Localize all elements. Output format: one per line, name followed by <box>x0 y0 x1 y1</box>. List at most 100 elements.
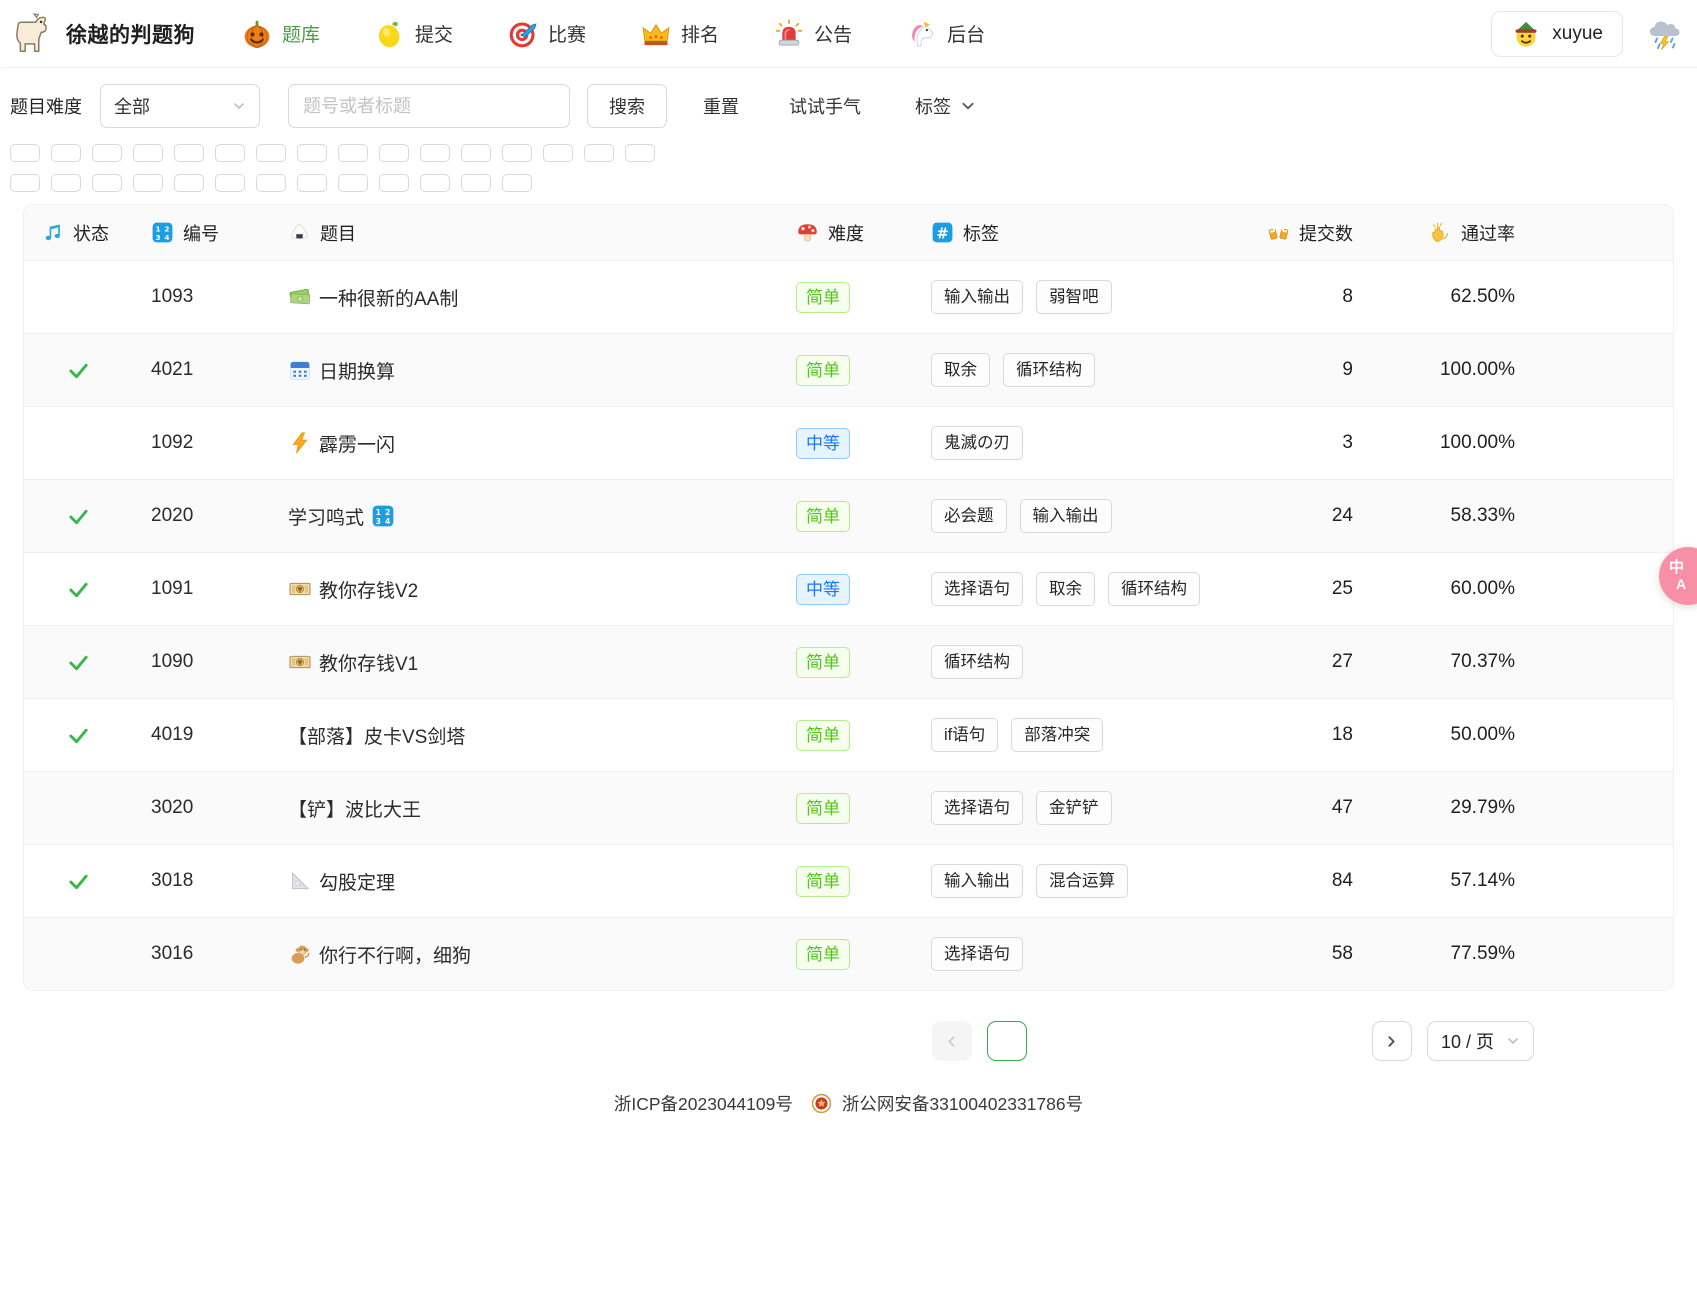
lucky-button[interactable]: 试试手气 <box>789 93 861 119</box>
tag-chip[interactable]: 取余 <box>931 353 990 388</box>
police-record-link[interactable]: 浙公网安备33100402331786号 <box>842 1091 1083 1116</box>
table-row[interactable]: 1093 一种很新的AA制 简单 输入输出弱智吧 8 62.50% <box>24 260 1673 333</box>
problem-title-link[interactable]: 日期换算 <box>288 357 796 384</box>
nav-item[interactable]: 后台 <box>906 18 985 50</box>
app-logo[interactable]: 徐越的判题狗 <box>10 11 195 57</box>
table-row[interactable]: 1091 ¥ 教你存钱V2 中等 选择语句取余循环结构 25 60.00% <box>24 552 1673 625</box>
nav-item[interactable]: 排名 <box>640 18 719 50</box>
tag-filter-chip[interactable] <box>10 144 40 162</box>
tag-chip[interactable]: 金铲铲 <box>1036 791 1112 826</box>
reset-button[interactable]: 重置 <box>703 93 739 119</box>
problem-title-link[interactable]: 【部落】皮卡VS剑塔 <box>288 722 796 749</box>
table-header: 状态 1234编号 题目 难度 #标签 提交数 通过率 <box>24 205 1673 260</box>
tag-chip[interactable]: 选择语句 <box>931 791 1023 826</box>
page-button[interactable] <box>987 1021 1027 1061</box>
tag-chip[interactable]: 鬼滅の刃 <box>931 426 1023 461</box>
nav-item[interactable]: 提交 <box>374 18 453 50</box>
search-button[interactable]: 搜索 <box>587 84 667 128</box>
tag-filter-chip[interactable] <box>133 144 163 162</box>
page-size-select[interactable]: 10 / 页 <box>1427 1021 1534 1061</box>
tag-filter-chip[interactable] <box>584 144 614 162</box>
tag-filter-chip[interactable] <box>256 144 286 162</box>
problem-title-link[interactable]: 一种很新的AA制 <box>288 284 796 311</box>
problem-title-link[interactable]: 学习鸣式 1234 <box>288 503 796 530</box>
nav-item[interactable]: 题库 <box>241 18 320 50</box>
tags-toggle[interactable]: 标签 <box>915 93 976 119</box>
tag-chip[interactable]: 输入输出 <box>931 864 1023 899</box>
tag-chip[interactable]: if语句 <box>931 718 998 753</box>
tag-filter-chip[interactable] <box>420 174 450 192</box>
tag-filter-chip[interactable] <box>543 144 573 162</box>
tag-filter-chip[interactable] <box>51 144 81 162</box>
page-button[interactable] <box>1262 1021 1302 1061</box>
table-row[interactable]: 1092 霹雳一闪 中等 鬼滅の刃 3 100.00% <box>24 406 1673 479</box>
tag-chip[interactable]: 弱智吧 <box>1036 280 1112 315</box>
icp-record-link[interactable]: 浙ICP备2023044109号 <box>614 1091 793 1116</box>
table-row[interactable]: 4021 日期换算 简单 取余循环结构 9 100.00% <box>24 333 1673 406</box>
tag-filter-chip[interactable] <box>379 174 409 192</box>
tag-chip[interactable]: 部落冲突 <box>1011 718 1103 753</box>
tag-filter-chip[interactable] <box>215 174 245 192</box>
problem-title-icon <box>288 431 312 455</box>
tag-filter-chip[interactable] <box>297 174 327 192</box>
page-button[interactable] <box>1317 1021 1357 1061</box>
table-row[interactable]: 2020 学习鸣式 1234 简单 必会题输入输出 24 58.33% <box>24 479 1673 552</box>
page-button[interactable] <box>1152 1021 1192 1061</box>
table-row[interactable]: 3018 勾股定理 简单 输入输出混合运算 84 57.14% <box>24 844 1673 917</box>
tag-filter-chip[interactable] <box>502 144 532 162</box>
tag-filter-chip[interactable] <box>92 144 122 162</box>
tag-chip[interactable]: 输入输出 <box>931 280 1023 315</box>
tag-filter-chip[interactable] <box>174 174 204 192</box>
table-row[interactable]: 1090 ¥ 教你存钱V1 简单 循环结构 27 70.37% <box>24 625 1673 698</box>
table-row[interactable]: 4019 【部落】皮卡VS剑塔 简单 if语句部落冲突 18 50.00% <box>24 698 1673 771</box>
tag-filter-chip[interactable] <box>379 144 409 162</box>
tag-filter-chip[interactable] <box>174 144 204 162</box>
table-row[interactable]: 3016 你行不行啊，细狗 简单 选择语句 58 77.59% <box>24 917 1673 990</box>
tag-chip[interactable]: 输入输出 <box>1020 499 1112 534</box>
pass-rate: 29.79% <box>1353 797 1515 819</box>
problem-title-link[interactable]: 【铲】波比大王 <box>288 795 796 822</box>
tag-filter-chip[interactable] <box>625 144 655 162</box>
tag-filter-chip[interactable] <box>461 144 491 162</box>
table-row[interactable]: 3020 【铲】波比大王 简单 选择语句金铲铲 47 29.79% <box>24 771 1673 844</box>
tag-chip[interactable]: 取余 <box>1036 572 1095 607</box>
tag-chip[interactable]: 循环结构 <box>1108 572 1200 607</box>
prev-page-button[interactable] <box>932 1021 972 1061</box>
tag-filter-chip[interactable] <box>215 144 245 162</box>
tag-chip[interactable]: 选择语句 <box>931 572 1023 607</box>
next-page-button[interactable] <box>1372 1021 1412 1061</box>
problem-title-link[interactable]: 你行不行啊，细狗 <box>288 941 796 968</box>
tag-filter-chip[interactable] <box>10 174 40 192</box>
difficulty-select[interactable]: 全部 <box>100 84 260 128</box>
nav-item[interactable]: 公告 <box>773 18 852 50</box>
problem-title-link[interactable]: ¥ 教你存钱V2 <box>288 576 796 603</box>
tag-chip[interactable]: 循环结构 <box>1003 353 1095 388</box>
problem-title-link[interactable]: 勾股定理 <box>288 868 796 895</box>
tag-filter-chip[interactable] <box>420 144 450 162</box>
page-button[interactable] <box>1097 1021 1137 1061</box>
pass-rate: 100.00% <box>1353 432 1515 454</box>
page-button[interactable] <box>1207 1021 1247 1061</box>
difficulty-label: 题目难度 <box>10 93 82 119</box>
search-input[interactable] <box>288 84 570 128</box>
tag-filter-chip[interactable] <box>133 174 163 192</box>
user-menu-button[interactable]: xuyue <box>1491 11 1623 57</box>
page-button[interactable] <box>1042 1021 1082 1061</box>
tag-chip[interactable]: 循环结构 <box>931 645 1023 680</box>
nav-item[interactable]: 比赛 <box>507 18 586 50</box>
problem-title-link[interactable]: ¥ 教你存钱V1 <box>288 649 796 676</box>
tag-filter-chip[interactable] <box>51 174 81 192</box>
tag-filter-chip[interactable] <box>338 144 368 162</box>
tag-chip[interactable]: 必会题 <box>931 499 1007 534</box>
tag-filter-chip[interactable] <box>92 174 122 192</box>
tag-filter-chip[interactable] <box>461 174 491 192</box>
storm-theme-icon[interactable] <box>1647 16 1683 52</box>
svg-text:¥: ¥ <box>298 587 303 594</box>
tag-filter-chip[interactable] <box>256 174 286 192</box>
problem-title-link[interactable]: 霹雳一闪 <box>288 430 796 457</box>
tag-filter-chip[interactable] <box>502 174 532 192</box>
tag-filter-chip[interactable] <box>338 174 368 192</box>
tag-chip[interactable]: 选择语句 <box>931 937 1023 972</box>
tag-filter-chip[interactable] <box>297 144 327 162</box>
tag-chip[interactable]: 混合运算 <box>1036 864 1128 899</box>
